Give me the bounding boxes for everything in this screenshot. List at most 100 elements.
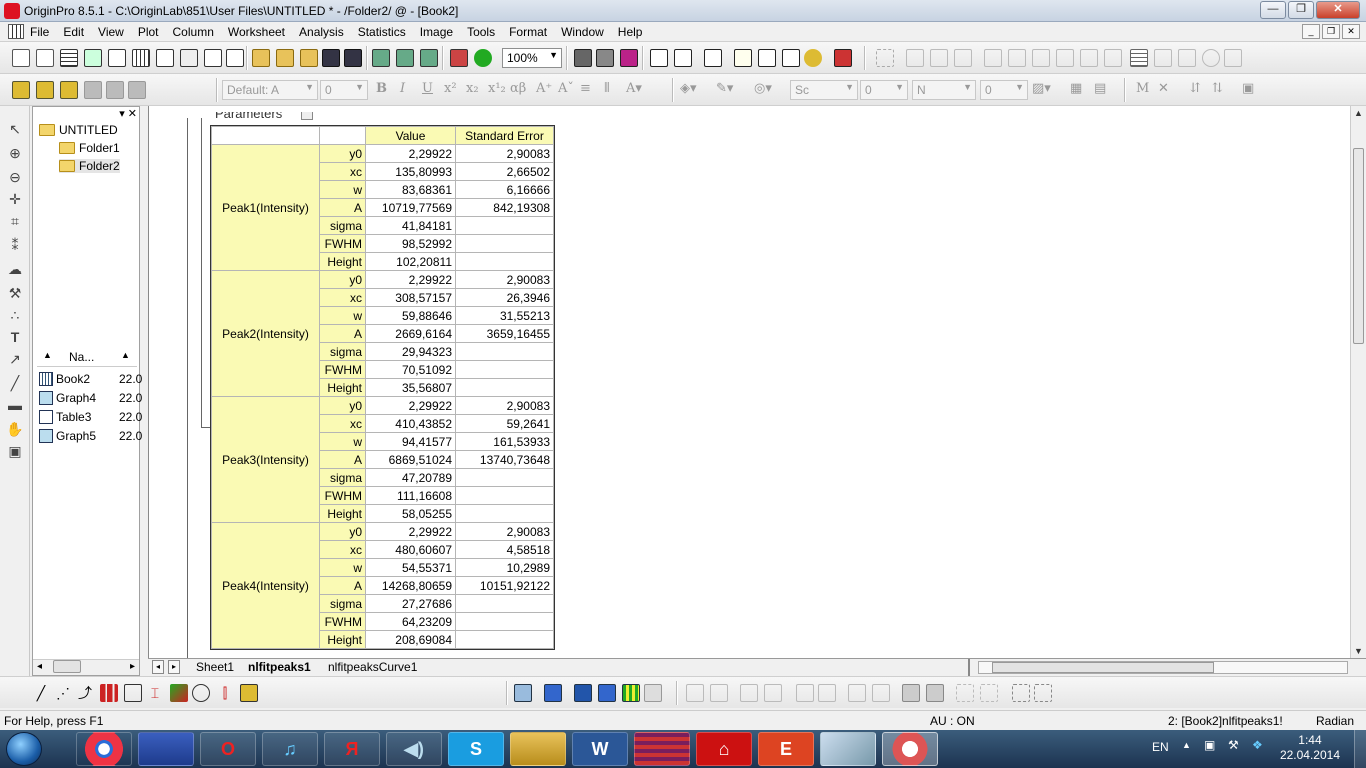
script-window-icon[interactable] xyxy=(734,49,752,67)
text-tool-icon[interactable]: T xyxy=(6,328,24,346)
same-width-icon[interactable] xyxy=(848,684,866,702)
command-window-icon[interactable] xyxy=(758,49,776,67)
value-cell[interactable]: 6869,51024 xyxy=(365,450,456,469)
menu-image[interactable]: Image xyxy=(420,25,453,39)
menu-plot[interactable]: Plot xyxy=(138,25,159,39)
menu-analysis[interactable]: Analysis xyxy=(299,25,344,39)
back-icon[interactable] xyxy=(980,684,998,702)
print-icon[interactable] xyxy=(574,49,592,67)
start-button[interactable] xyxy=(6,732,42,766)
workbook-organizer-icon[interactable] xyxy=(106,81,124,99)
menu-window[interactable]: Window xyxy=(561,25,604,39)
zoom-select[interactable]: 100% ▼ xyxy=(502,48,562,68)
move-up-icon[interactable]: ⇵ xyxy=(1190,81,1201,96)
line-color-icon[interactable]: ✎▾ xyxy=(716,81,733,96)
system-clock[interactable]: 1:44 22.04.2014 xyxy=(1280,733,1340,763)
import-wizard-icon[interactable] xyxy=(420,49,438,67)
align-top-icon[interactable] xyxy=(740,684,758,702)
column-align-icon[interactable]: ⦀ xyxy=(604,81,610,96)
layer-management-icon[interactable] xyxy=(1178,49,1196,67)
parameter-name-cell[interactable]: FWHM xyxy=(319,486,366,505)
standard-error-cell[interactable] xyxy=(455,234,554,253)
layout-arrange-icon[interactable] xyxy=(876,49,894,67)
parameter-name-cell[interactable]: w xyxy=(319,180,366,199)
standard-error-cell[interactable]: 161,53933 xyxy=(455,432,554,451)
standard-error-cell[interactable] xyxy=(455,504,554,523)
workbook-system-menu-icon[interactable] xyxy=(8,24,24,39)
child-restore-button[interactable]: ❐ xyxy=(1322,24,1340,39)
parameter-name-cell[interactable]: A xyxy=(319,450,366,469)
greek-icon[interactable]: αβ xyxy=(510,81,526,96)
add-top-layer-icon[interactable] xyxy=(930,49,948,67)
standard-error-cell[interactable] xyxy=(455,378,554,397)
language-indicator[interactable]: EN xyxy=(1152,740,1169,754)
window-item-book2[interactable]: Book2 22.0 xyxy=(39,372,142,386)
parameter-name-cell[interactable]: xc xyxy=(319,540,366,559)
recalculate-icon[interactable] xyxy=(450,49,468,67)
name-column-header[interactable]: Na... xyxy=(69,350,94,364)
presentation-taskbar-icon[interactable]: E xyxy=(758,732,814,766)
box-chart-icon[interactable]: ⌶ xyxy=(146,684,164,702)
standard-error-cell[interactable] xyxy=(455,486,554,505)
standard-error-cell[interactable]: 842,19308 xyxy=(455,198,554,217)
3d-surface-icon[interactable] xyxy=(514,684,532,702)
collapse-icon[interactable] xyxy=(301,112,313,120)
new-layout-icon[interactable] xyxy=(180,49,198,67)
sort-up-icon[interactable]: ▲ xyxy=(43,350,52,360)
back-data-icon[interactable] xyxy=(1034,684,1052,702)
standard-error-cell[interactable] xyxy=(455,468,554,487)
standard-error-cell[interactable]: 10,2989 xyxy=(455,558,554,577)
menu-file[interactable]: File xyxy=(30,25,49,39)
line-tool-icon[interactable]: ╱ xyxy=(6,374,24,392)
parameter-name-cell[interactable]: FWHM xyxy=(319,612,366,631)
peak-name-cell[interactable]: Peak1(Intensity) xyxy=(211,144,320,271)
value-cell[interactable]: 58,05255 xyxy=(365,504,456,523)
menu-view[interactable]: View xyxy=(98,25,124,39)
notes-taskbar-icon[interactable] xyxy=(820,732,876,766)
dropbox-icon[interactable]: ❖ xyxy=(1252,738,1263,752)
3d-bars-icon[interactable] xyxy=(544,684,562,702)
same-height-icon[interactable] xyxy=(872,684,890,702)
standard-error-cell[interactable]: 2,90083 xyxy=(455,396,554,415)
contour-icon[interactable] xyxy=(622,684,640,702)
bold-icon[interactable]: B xyxy=(376,81,387,96)
group-icon[interactable] xyxy=(902,684,920,702)
import-multiple-ascii-icon[interactable] xyxy=(396,49,414,67)
image-plot-icon[interactable] xyxy=(644,684,662,702)
data-selector-icon[interactable]: ⁑ xyxy=(6,236,24,254)
standard-error-cell[interactable]: 6,16666 xyxy=(455,180,554,199)
underline-icon[interactable]: U xyxy=(422,81,433,96)
code-builder-icon[interactable] xyxy=(650,49,668,67)
extract-icon[interactable] xyxy=(1154,49,1172,67)
value-cell[interactable]: 410,43852 xyxy=(365,414,456,433)
workbook-vertical-scrollbar[interactable]: ▲ ▼ xyxy=(1350,106,1366,658)
standard-error-cell[interactable] xyxy=(455,342,554,361)
explorer-taskbar-icon[interactable] xyxy=(510,732,566,766)
add-xy-axes-icon[interactable] xyxy=(1080,49,1098,67)
tab-nlfitpeakscurve1[interactable]: nlfitpeaksCurve1 xyxy=(328,660,417,674)
parameter-name-cell[interactable]: A xyxy=(319,198,366,217)
folder-root[interactable]: UNTITLED xyxy=(39,123,118,137)
table-borders-icon[interactable]: ▤ xyxy=(1094,81,1106,96)
parameter-name-cell[interactable]: Height xyxy=(319,378,366,397)
add-right-y-icon[interactable] xyxy=(1008,49,1026,67)
align-center-icon[interactable] xyxy=(796,684,814,702)
volume-taskbar-icon[interactable]: ◀) xyxy=(386,732,442,766)
zoom-out-icon[interactable]: ⊖ xyxy=(6,168,24,186)
word-taskbar-icon[interactable]: W xyxy=(572,732,628,766)
save-window-icon[interactable] xyxy=(344,49,362,67)
align-icon[interactable]: ≡ xyxy=(580,81,591,96)
save-project-icon[interactable] xyxy=(322,49,340,67)
results-log-icon[interactable] xyxy=(674,49,692,67)
menu-worksheet[interactable]: Worksheet xyxy=(228,25,285,39)
standard-error-cell[interactable] xyxy=(455,612,554,631)
settings-disabled-icon[interactable] xyxy=(84,81,102,99)
rectangle-tool-icon[interactable]: ▬ xyxy=(6,396,24,414)
standard-error-cell[interactable]: 31,55213 xyxy=(455,306,554,325)
peak-name-cell[interactable]: Peak3(Intensity) xyxy=(211,396,320,523)
export-page-icon[interactable] xyxy=(620,49,638,67)
line-style-select[interactable]: Sc ▼ xyxy=(790,80,858,100)
value-cell[interactable]: 64,23209 xyxy=(365,612,456,631)
parameter-name-cell[interactable]: w xyxy=(319,432,366,451)
parameter-name-cell[interactable]: A xyxy=(319,324,366,343)
